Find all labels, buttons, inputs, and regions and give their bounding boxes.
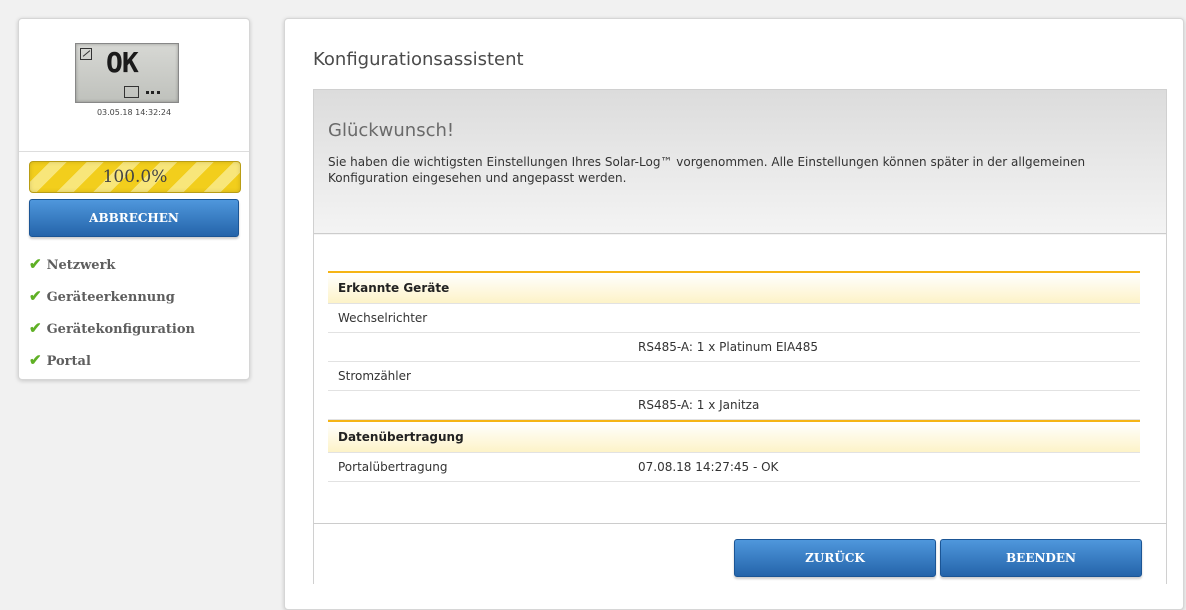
summary-table: Erkannte Geräte Wechselrichter RS485-A: … <box>328 271 1140 482</box>
wizard-main-panel: Konfigurationsassistent Glückwunsch! Sie… <box>284 18 1184 610</box>
summary-content: Erkannte Geräte Wechselrichter RS485-A: … <box>313 233 1167 523</box>
table-row: RS485-A: 1 x Platinum EIA485 <box>328 333 1140 362</box>
step-label: Geräteerkennung <box>46 290 175 305</box>
divider <box>314 233 1166 234</box>
row-label: Stromzähler <box>338 369 411 383</box>
step-label: Portal <box>46 354 91 369</box>
table-row: Portalübertragung 07.08.18 14:27:45 - OK <box>328 453 1140 482</box>
sidebar-panel: OK 03.05.18 14:32:24 100.0% ABBRECHEN ✔ N… <box>18 18 250 380</box>
check-icon: ✔ <box>29 351 42 369</box>
lcd-status-icon <box>80 48 92 60</box>
device-lcd-display: OK <box>75 43 179 103</box>
divider <box>19 151 249 152</box>
lcd-dots-icon <box>146 91 160 97</box>
check-icon: ✔ <box>29 287 42 305</box>
progress-label: 100.0% <box>102 167 168 187</box>
lcd-status-text: OK <box>106 46 139 79</box>
step-device-detection: ✔ Geräteerkennung <box>29 287 195 319</box>
congratulations-box: Glückwunsch! Sie haben die wichtigsten E… <box>313 89 1167 235</box>
step-network: ✔ Netzwerk <box>29 255 195 287</box>
step-device-configuration: ✔ Gerätekonfiguration <box>29 319 195 351</box>
step-portal: ✔ Portal <box>29 351 195 383</box>
device-timestamp: 03.05.18 14:32:24 <box>96 108 172 117</box>
row-value: 07.08.18 14:27:45 - OK <box>638 460 779 474</box>
check-icon: ✔ <box>29 319 42 337</box>
check-icon: ✔ <box>29 255 42 273</box>
congratulations-message: Sie haben die wichtigsten Einstellungen … <box>328 155 1086 185</box>
section-header-detected-devices: Erkannte Geräte <box>328 271 1140 304</box>
wizard-footer: ZURÜCK BEENDEN <box>313 523 1167 584</box>
row-value: RS485-A: 1 x Janitza <box>638 398 760 412</box>
congratulations-heading: Glückwunsch! <box>328 120 455 141</box>
wizard-steps-list: ✔ Netzwerk ✔ Geräteerkennung ✔ Gerätekonfig… <box>29 255 195 383</box>
back-button[interactable]: ZURÜCK <box>734 539 936 577</box>
page-title: Konfigurationsassistent <box>313 49 524 70</box>
table-row: Wechselrichter <box>328 304 1140 333</box>
section-header-data-transfer: Datenübertragung <box>328 420 1140 453</box>
cancel-button[interactable]: ABBRECHEN <box>29 199 239 237</box>
row-label: Portalübertragung <box>338 460 448 474</box>
table-row: RS485-A: 1 x Janitza <box>328 391 1140 420</box>
row-value: RS485-A: 1 x Platinum EIA485 <box>638 340 819 354</box>
finish-button[interactable]: BEENDEN <box>940 539 1142 577</box>
step-label: Netzwerk <box>46 258 116 273</box>
table-row: Stromzähler <box>328 362 1140 391</box>
row-label: Wechselrichter <box>338 311 428 325</box>
lcd-indicator-icon <box>124 86 139 98</box>
wizard-progress-bar: 100.0% <box>29 161 241 193</box>
step-label: Gerätekonfiguration <box>46 322 195 337</box>
